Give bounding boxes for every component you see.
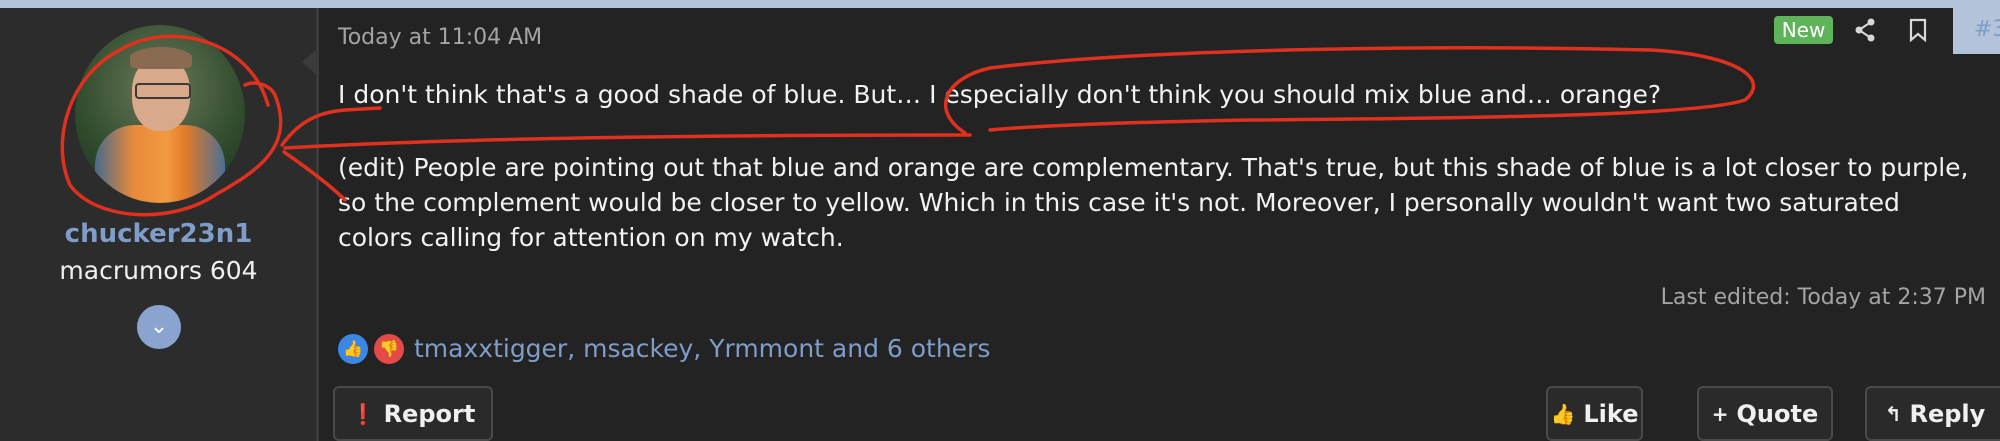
like-button[interactable]: 👍 Like: [1546, 386, 1643, 441]
quote-label: Quote: [1736, 399, 1819, 428]
new-badge: New: [1774, 16, 1833, 44]
post-number-link[interactable]: #3: [1974, 17, 2000, 42]
report-button[interactable]: ❗ Report: [333, 386, 493, 441]
thumbs-down-icon: 👎: [374, 334, 404, 364]
avatar-shirt: [95, 125, 225, 203]
thumbs-up-icon: 👍: [1550, 401, 1576, 426]
last-edited-info: Last edited: Today at 2:37 PM: [1660, 285, 1986, 310]
reply-button[interactable]: ↰ Reply: [1865, 386, 2000, 441]
report-label: Report: [383, 399, 476, 428]
thumbs-up-icon: 👍: [338, 334, 368, 364]
plus-icon: +: [1711, 401, 1729, 426]
avatar-glasses: [135, 83, 191, 99]
post-paragraph-1: I don't think that's a good shade of blu…: [338, 80, 1662, 109]
annotation-connector-middle: [283, 133, 972, 150]
like-label: Like: [1583, 399, 1639, 428]
reaction-list-link[interactable]: tmaxxtigger, msackey, Yrmmont and 6 othe…: [414, 334, 990, 363]
post-paragraph-2: (edit) People are pointing out that blue…: [338, 153, 1969, 252]
reply-label: Reply: [1909, 399, 1986, 428]
top-bar: [0, 0, 2000, 8]
message-arrow: [302, 48, 318, 76]
chevron-down-icon[interactable]: ⌄: [137, 305, 181, 349]
avatar[interactable]: [75, 25, 245, 203]
post-timestamp[interactable]: Today at 11:04 AM: [338, 25, 542, 50]
user-title: macrumors 604: [59, 256, 258, 285]
username-link[interactable]: chucker23n1: [0, 219, 317, 249]
quote-button[interactable]: + Quote: [1697, 386, 1833, 441]
bookmark-icon[interactable]: [1906, 16, 1930, 44]
alert-circle-icon: ❗: [350, 401, 376, 426]
share-icon[interactable]: [1853, 16, 1877, 44]
avatar-hair: [130, 47, 192, 69]
reply-arrow-icon: ↰: [1884, 401, 1902, 426]
